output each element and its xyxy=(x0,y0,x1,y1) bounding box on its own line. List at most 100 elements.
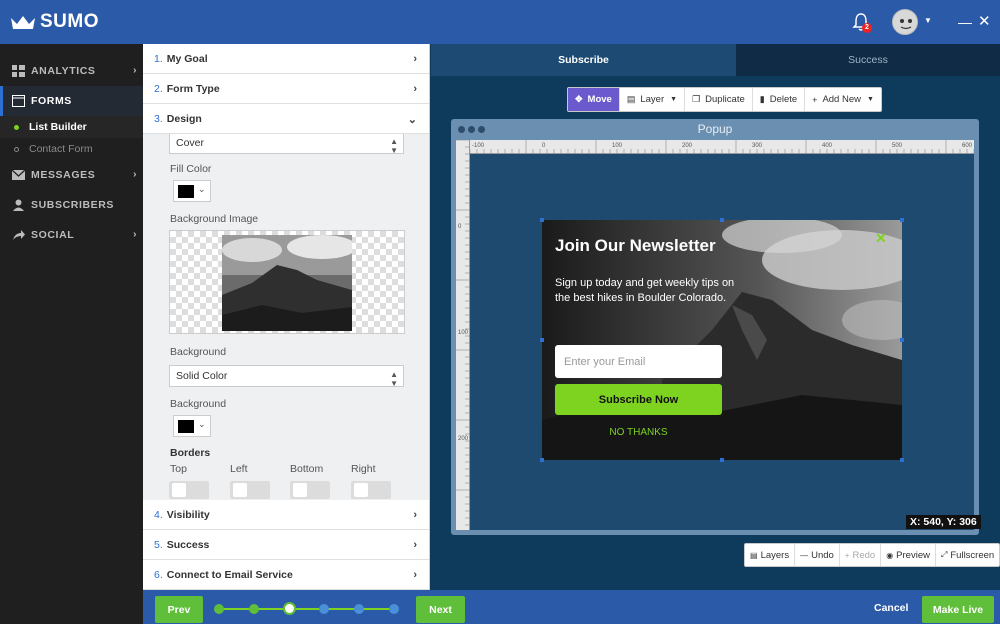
layers-button[interactable]: ▤ Layers xyxy=(745,544,796,566)
resize-handle[interactable] xyxy=(900,338,904,342)
fill-color-label: Fill Color xyxy=(170,163,212,175)
chevron-right-icon: › xyxy=(133,65,137,76)
editor-tabs: Subscribe Success xyxy=(431,44,1000,76)
share-icon xyxy=(13,230,25,240)
progress-step[interactable] xyxy=(249,604,259,614)
person-icon xyxy=(13,199,24,211)
canvas-tools: ▤ Layers — Undo + Redo ◉ Preview ⤢ Fulls… xyxy=(744,543,1000,567)
resize-handle[interactable] xyxy=(900,458,904,462)
form-icon xyxy=(12,95,25,107)
section-my-goal[interactable]: 1. My Goal › xyxy=(143,44,429,74)
ruler-label: 400 xyxy=(822,143,833,149)
ruler-label: 100 xyxy=(458,330,469,336)
close-icon[interactable]: ✕ xyxy=(978,12,991,30)
popup-body-text: Sign up today and get weekly tips on the… xyxy=(555,277,735,304)
layer-button[interactable]: ▤ Layer ▼ xyxy=(620,88,686,111)
nav-messages[interactable]: MESSAGES › xyxy=(0,160,143,190)
section-form-type[interactable]: 2. Form Type › xyxy=(143,74,429,104)
resize-handle[interactable] xyxy=(540,458,544,462)
ruler-label: 0 xyxy=(542,143,546,149)
fill-color-picker[interactable]: ⌄ xyxy=(173,180,211,202)
vertical-ruler: 0100200300 xyxy=(456,139,470,548)
move-label: Move xyxy=(587,94,612,105)
envelope-icon xyxy=(12,169,25,180)
section-label: Form Type xyxy=(166,82,220,95)
undo-button[interactable]: — Undo xyxy=(795,544,840,566)
borders-label: Borders xyxy=(170,447,211,459)
section-design[interactable]: 3. Design ⌄ xyxy=(143,104,429,134)
resize-handle[interactable] xyxy=(720,458,724,462)
section-connect-email[interactable]: 6. Connect to Email Service › xyxy=(143,560,429,590)
undo-icon: — xyxy=(800,550,809,560)
toggle-knob xyxy=(233,483,247,497)
progress-step[interactable] xyxy=(389,604,399,614)
prev-button[interactable]: Prev xyxy=(155,596,203,623)
trash-icon: ▮ xyxy=(759,94,765,104)
color-swatch xyxy=(178,420,194,433)
progress-step[interactable] xyxy=(319,604,329,614)
delete-button[interactable]: ▮ Delete xyxy=(753,88,806,111)
preview-button[interactable]: ◉ Preview xyxy=(881,544,936,566)
email-field[interactable] xyxy=(555,345,722,378)
add-new-button[interactable]: + Add New ▼ xyxy=(805,88,881,111)
crown-icon xyxy=(11,16,35,29)
nav-analytics[interactable]: ANALYTICS › xyxy=(0,56,143,86)
preview-label: Preview xyxy=(896,549,930,561)
progress-step[interactable] xyxy=(214,604,224,614)
minimize-icon[interactable]: — xyxy=(958,14,972,30)
next-button[interactable]: Next xyxy=(416,596,465,623)
mountain-background-image xyxy=(542,220,902,460)
section-visibility[interactable]: 4. Visibility › xyxy=(143,500,429,530)
resize-handle[interactable] xyxy=(900,218,904,222)
border-left-toggle[interactable] xyxy=(230,481,270,499)
nav-social[interactable]: SOCIAL › xyxy=(0,220,143,250)
background-label: Background xyxy=(170,346,227,358)
resize-handle[interactable] xyxy=(540,338,544,342)
sumo-logo[interactable]: SUMO xyxy=(10,11,99,33)
border-top-label: Top xyxy=(170,463,187,475)
redo-button[interactable]: + Redo xyxy=(840,544,882,566)
logo-text: SUMO xyxy=(40,11,99,32)
make-live-button[interactable]: Make Live xyxy=(922,596,994,623)
tab-subscribe[interactable]: Subscribe xyxy=(431,44,736,76)
fullscreen-button[interactable]: ⤢ Fullscreen xyxy=(936,544,999,566)
progress-step[interactable] xyxy=(354,604,364,614)
cancel-button[interactable]: Cancel xyxy=(874,602,908,614)
sub-list-builder[interactable]: List Builder xyxy=(0,116,143,138)
expand-icon: ⤢ xyxy=(940,550,948,559)
section-number: 6. xyxy=(154,568,163,581)
ruler-label: 200 xyxy=(458,436,469,442)
section-success[interactable]: 5. Success › xyxy=(143,530,429,560)
newsletter-popup[interactable]: Join Our Newsletter ✕ Sign up today and … xyxy=(542,220,902,460)
avatar[interactable] xyxy=(892,9,918,35)
border-top-toggle[interactable] xyxy=(169,481,209,499)
resize-handle[interactable] xyxy=(720,218,724,222)
dropdown-caret-icon: ▲ ▼ xyxy=(390,137,398,155)
background-image-preview[interactable] xyxy=(169,230,405,334)
border-right-toggle[interactable] xyxy=(351,481,391,499)
subscribe-now-button[interactable]: Subscribe Now xyxy=(555,384,722,415)
tab-success[interactable]: Success xyxy=(736,44,1000,76)
border-bottom-label: Bottom xyxy=(290,463,324,475)
nav-messages-label: MESSAGES xyxy=(31,169,96,181)
image-size-select[interactable]: Cover ▲ ▼ xyxy=(169,134,404,155)
editor-toolbar: ✥ Move ▤ Layer ▼ ❐ Duplicate ▮ Delete + … xyxy=(567,87,882,112)
duplicate-button[interactable]: ❐ Duplicate xyxy=(685,88,753,111)
close-icon[interactable]: ✕ xyxy=(875,230,887,247)
border-bottom-toggle[interactable] xyxy=(290,481,330,499)
nav-forms[interactable]: FORMS xyxy=(0,86,143,116)
background-color-picker[interactable]: ⌄ xyxy=(173,415,211,437)
chevron-right-icon: › xyxy=(133,229,137,240)
background-type-select[interactable]: Solid Color ▲ ▼ xyxy=(169,365,404,388)
ruler-label: 500 xyxy=(892,143,903,149)
undo-label: Undo xyxy=(811,549,834,561)
resize-handle[interactable] xyxy=(540,218,544,222)
avatar-caret-icon[interactable]: ▼ xyxy=(924,16,932,25)
move-button[interactable]: ✥ Move xyxy=(568,88,620,111)
progress-step-current[interactable] xyxy=(283,602,296,615)
nav-subscribers[interactable]: SUBSCRIBERS xyxy=(0,190,143,220)
nav-analytics-label: ANALYTICS xyxy=(31,65,96,77)
border-left-label: Left xyxy=(230,463,248,475)
no-thanks-link[interactable]: NO THANKS xyxy=(555,427,722,438)
sub-contact-form[interactable]: Contact Form xyxy=(0,138,143,160)
